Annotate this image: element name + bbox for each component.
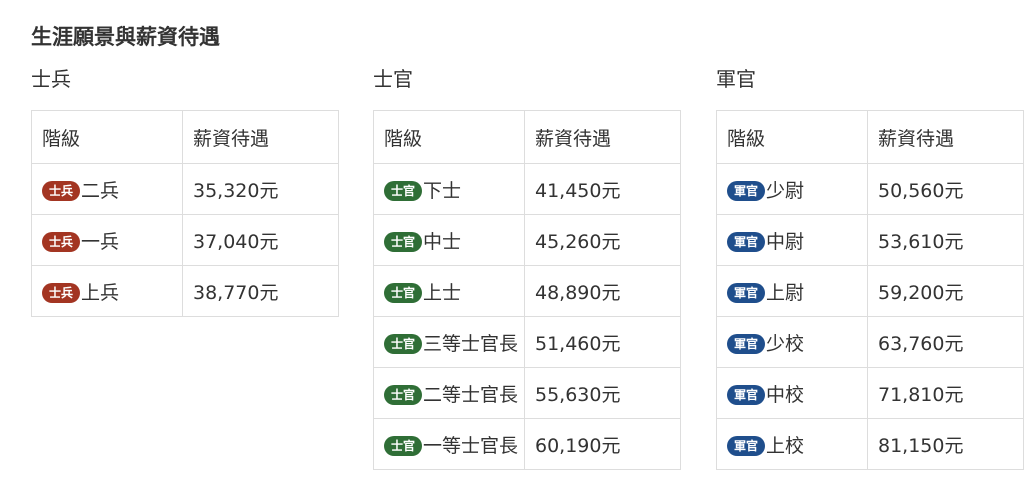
rank-badge: 士官 xyxy=(384,180,423,201)
salary-header: 薪資待遇 xyxy=(182,110,339,164)
salary-cell: 37,040元 xyxy=(182,214,339,266)
salary-table: 階級 薪資待遇 士兵 二兵 35,320元 士兵 一兵 37,040元 士兵 上兵 3… xyxy=(31,110,339,317)
rank-cell: 軍官 中尉 xyxy=(716,214,868,266)
salary-cell: 60,190元 xyxy=(524,418,681,470)
table-row: 士官 一等士官長 60,190元 xyxy=(373,418,681,470)
rank-cell: 士官 一等士官長 xyxy=(373,418,525,470)
section-title: 生涯願景與薪資待遇 xyxy=(31,25,220,49)
rank-header: 階級 xyxy=(373,110,525,164)
table-row: 士官 三等士官長 51,460元 xyxy=(373,316,681,368)
rank-header: 階級 xyxy=(716,110,868,164)
group-nco: 士官 階級 薪資待遇 士官 下士 41,450元 士官 中士 45,260元 士… xyxy=(373,64,681,470)
table-row: 士官 上士 48,890元 xyxy=(373,265,681,317)
salary-cell: 48,890元 xyxy=(524,265,681,317)
group-title: 軍官 xyxy=(716,67,756,91)
rank-label: 中士 xyxy=(423,230,462,253)
rank-label: 中校 xyxy=(766,383,805,406)
salary-header: 薪資待遇 xyxy=(524,110,681,164)
rank-label: 上兵 xyxy=(81,281,120,304)
rank-badge: 士官 xyxy=(384,333,423,354)
rank-badge: 軍官 xyxy=(727,435,766,456)
rank-label: 上校 xyxy=(766,434,805,457)
rank-cell: 士兵 一兵 xyxy=(31,214,183,266)
rank-cell: 軍官 少校 xyxy=(716,316,868,368)
salary-cell: 55,630元 xyxy=(524,367,681,419)
rank-cell: 士官 三等士官長 xyxy=(373,316,525,368)
rank-label: 下士 xyxy=(423,179,462,202)
table-row: 軍官 上校 81,150元 xyxy=(716,418,1024,470)
rank-label: 少校 xyxy=(766,332,805,355)
rank-label: 中尉 xyxy=(766,230,805,253)
salary-cell: 35,320元 xyxy=(182,163,339,215)
rank-header: 階級 xyxy=(31,110,183,164)
salary-cell: 41,450元 xyxy=(524,163,681,215)
salary-cell: 51,460元 xyxy=(524,316,681,368)
salary-header: 薪資待遇 xyxy=(867,110,1024,164)
salary-cell: 38,770元 xyxy=(182,265,339,317)
table-header-row: 階級 薪資待遇 xyxy=(373,110,681,164)
rank-cell: 軍官 上校 xyxy=(716,418,868,470)
salary-cell: 50,560元 xyxy=(867,163,1024,215)
rank-cell: 軍官 上尉 xyxy=(716,265,868,317)
table-row: 士官 二等士官長 55,630元 xyxy=(373,367,681,419)
rank-badge: 士兵 xyxy=(42,282,81,303)
rank-label: 少尉 xyxy=(766,179,805,202)
rank-badge: 士兵 xyxy=(42,231,81,252)
salary-page: 生涯願景與薪資待遇 士兵 階級 薪資待遇 士兵 二兵 35,320元 士兵 一兵 3… xyxy=(0,0,1024,494)
rank-label: 上尉 xyxy=(766,281,805,304)
rank-badge: 士官 xyxy=(384,282,423,303)
rank-cell: 士官 二等士官長 xyxy=(373,367,525,419)
rank-label: 二兵 xyxy=(81,179,120,202)
group-officer: 軍官 階級 薪資待遇 軍官 少尉 50,560元 軍官 中尉 53,610元 軍… xyxy=(716,64,1024,470)
salary-table: 階級 薪資待遇 士官 下士 41,450元 士官 中士 45,260元 士官 上士 4… xyxy=(373,110,681,470)
rank-badge: 士兵 xyxy=(42,180,81,201)
rank-badge: 軍官 xyxy=(727,180,766,201)
table-row: 士官 中士 45,260元 xyxy=(373,214,681,266)
rank-badge: 軍官 xyxy=(727,333,766,354)
rank-cell: 軍官 中校 xyxy=(716,367,868,419)
table-row: 士兵 上兵 38,770元 xyxy=(31,265,339,317)
rank-label: 一兵 xyxy=(81,230,120,253)
rank-cell: 士兵 上兵 xyxy=(31,265,183,317)
table-header-row: 階級 薪資待遇 xyxy=(716,110,1024,164)
rank-cell: 士兵 二兵 xyxy=(31,163,183,215)
rank-badge: 軍官 xyxy=(727,231,766,252)
table-row: 士兵 二兵 35,320元 xyxy=(31,163,339,215)
salary-cell: 45,260元 xyxy=(524,214,681,266)
salary-table: 階級 薪資待遇 軍官 少尉 50,560元 軍官 中尉 53,610元 軍官 上尉 5… xyxy=(716,110,1024,470)
salary-cell: 71,810元 xyxy=(867,367,1024,419)
table-row: 軍官 少尉 50,560元 xyxy=(716,163,1024,215)
table-row: 軍官 中尉 53,610元 xyxy=(716,214,1024,266)
rank-badge: 軍官 xyxy=(727,282,766,303)
rank-cell: 軍官 少尉 xyxy=(716,163,868,215)
rank-cell: 士官 下士 xyxy=(373,163,525,215)
rank-cell: 士官 上士 xyxy=(373,265,525,317)
salary-cell: 53,610元 xyxy=(867,214,1024,266)
salary-cell: 63,760元 xyxy=(867,316,1024,368)
table-row: 軍官 中校 71,810元 xyxy=(716,367,1024,419)
table-row: 軍官 少校 63,760元 xyxy=(716,316,1024,368)
salary-cell: 59,200元 xyxy=(867,265,1024,317)
group-title: 士官 xyxy=(373,67,413,91)
rank-label: 二等士官長 xyxy=(423,383,519,406)
table-row: 士官 下士 41,450元 xyxy=(373,163,681,215)
salary-cell: 81,150元 xyxy=(867,418,1024,470)
rank-cell: 士官 中士 xyxy=(373,214,525,266)
rank-badge: 軍官 xyxy=(727,384,766,405)
group-title: 士兵 xyxy=(31,67,71,91)
rank-badge: 士官 xyxy=(384,384,423,405)
rank-badge: 士官 xyxy=(384,435,423,456)
rank-label: 一等士官長 xyxy=(423,434,519,457)
group-soldier: 士兵 階級 薪資待遇 士兵 二兵 35,320元 士兵 一兵 37,040元 士… xyxy=(31,64,339,317)
table-header-row: 階級 薪資待遇 xyxy=(31,110,339,164)
rank-badge: 士官 xyxy=(384,231,423,252)
table-row: 軍官 上尉 59,200元 xyxy=(716,265,1024,317)
rank-label: 上士 xyxy=(423,281,462,304)
table-row: 士兵 一兵 37,040元 xyxy=(31,214,339,266)
rank-label: 三等士官長 xyxy=(423,332,519,355)
